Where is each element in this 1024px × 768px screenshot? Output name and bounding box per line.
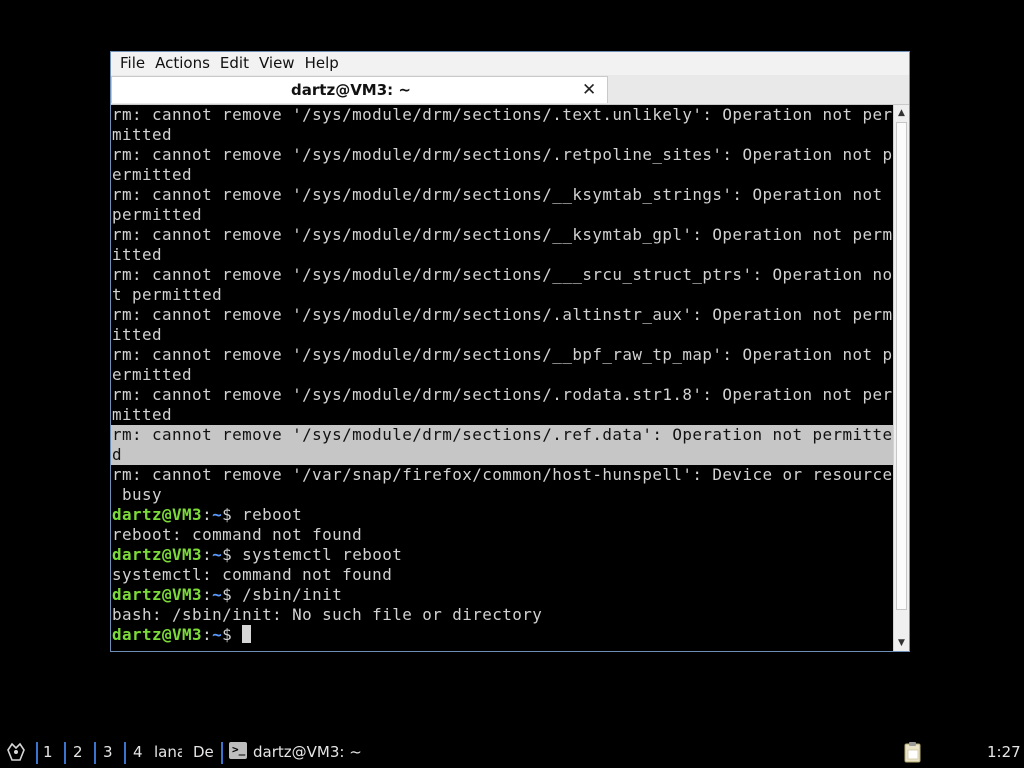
terminal-line: rm: cannot remove '/sys/module/drm/secti… [112,305,893,324]
prompt-separator: : [202,625,213,644]
workspace-separator [124,742,126,764]
prompt-path: ~ [212,505,223,524]
terminal-line: mitted [112,405,173,424]
terminal-line: ermitted [112,365,193,384]
prompt-path: ~ [212,545,223,564]
menu-file[interactable]: File [111,52,145,75]
start-menu-icon[interactable] [4,740,28,764]
command-text: systemctl reboot [242,545,403,564]
command-text: /sbin/init [242,585,343,604]
prompt-symbol: $ [222,545,243,564]
terminal-line: rm: cannot remove '/sys/module/drm/secti… [112,225,893,244]
terminal-prompt-line: dartz@VM3:~$ systemctl reboot [111,545,893,565]
prompt-separator: : [202,585,213,604]
terminal-line: rm: cannot remove '/sys/module/drm/secti… [111,425,893,445]
terminal-prompt-line: dartz@VM3:~$ reboot [111,505,893,525]
taskbar-item[interactable]: lana [154,742,182,762]
menu-view[interactable]: View [250,52,295,75]
workspace-4[interactable]: 4 [133,742,143,762]
taskbar-window-title[interactable]: dartz@VM3: ~ [253,742,362,762]
terminal-line: reboot: command not found [112,525,363,544]
terminal-line: rm: cannot remove '/sys/module/drm/secti… [112,385,893,404]
terminal-line: rm: cannot remove '/sys/module/drm/secti… [112,145,893,164]
prompt-symbol: $ [222,585,243,604]
close-icon[interactable]: ✕ [582,80,596,100]
prompt-symbol: $ [222,625,243,644]
terminal-prompt-line: dartz@VM3:~$ /sbin/init [111,585,893,605]
menu-actions[interactable]: Actions [146,52,210,75]
prompt-separator: : [202,505,213,524]
command-text: reboot [242,505,303,524]
tab-bar: dartz@VM3: ~ ✕ [111,75,909,105]
terminal-line: mitted [112,125,173,144]
workspace-separator [94,742,96,764]
terminal-line: itted [112,245,163,264]
tab-title: dartz@VM3: ~ [291,81,411,99]
menu-help[interactable]: Help [296,52,339,75]
workspace-3[interactable]: 3 [103,742,113,762]
workspace-separator [64,742,66,764]
prompt-symbol: $ [222,505,243,524]
terminal-line: itted [112,325,163,344]
prompt-user: dartz@VM3 [112,505,203,524]
terminal-line: systemctl: command not found [112,565,393,584]
terminal-line: bash: /sbin/init: No such file or direct… [112,605,543,624]
terminal-line: rm: cannot remove '/sys/module/drm/secti… [112,185,893,204]
prompt-path: ~ [212,585,223,604]
prompt-separator: : [202,545,213,564]
prompt-user: dartz@VM3 [112,625,203,644]
tab-terminal[interactable]: dartz@VM3: ~ ✕ [111,76,608,103]
terminal-line: rm: cannot remove '/var/snap/firefox/com… [112,465,893,484]
clock: 1:27 [987,743,1021,761]
prompt-user: dartz@VM3 [112,545,203,564]
menu-bar: File Actions Edit View Help [111,52,909,75]
scrollbar[interactable]: ▲ ▼ [893,105,909,651]
terminal-icon: >_ [229,742,247,759]
terminal-window: File Actions Edit View Help dartz@VM3: ~… [110,51,910,652]
terminal-line: t permitted [112,285,223,304]
prompt-user: dartz@VM3 [112,585,203,604]
terminal-output[interactable]: rm: cannot remove '/sys/module/drm/secti… [111,105,893,651]
terminal-line: rm: cannot remove '/sys/module/drm/secti… [112,345,893,364]
text-cursor [242,625,252,643]
workspace-separator [221,742,223,764]
terminal-line: busy [112,485,163,504]
terminal-line: permitted [112,205,203,224]
terminal-line: rm: cannot remove '/sys/module/drm/secti… [112,265,893,284]
terminal-line: ermitted [112,165,193,184]
workspace-2[interactable]: 2 [73,742,83,762]
prompt-path: ~ [212,625,223,644]
clipboard-icon[interactable] [903,741,923,763]
menu-edit[interactable]: Edit [211,52,249,75]
terminal-line: d [111,445,893,465]
scroll-down-icon[interactable]: ▼ [894,636,909,650]
terminal-prompt-line: dartz@VM3:~$ [111,625,893,645]
taskbar-item[interactable]: De [193,742,214,762]
terminal-line: rm: cannot remove '/sys/module/drm/secti… [112,105,893,124]
scroll-up-icon[interactable]: ▲ [894,106,909,120]
workspace-separator [36,742,38,764]
taskbar: 1 2 3 4 lana De >_ dartz@VM3: ~ 1:27 [0,736,1024,768]
workspace-1[interactable]: 1 [43,742,53,762]
scrollbar-thumb[interactable] [896,122,907,610]
